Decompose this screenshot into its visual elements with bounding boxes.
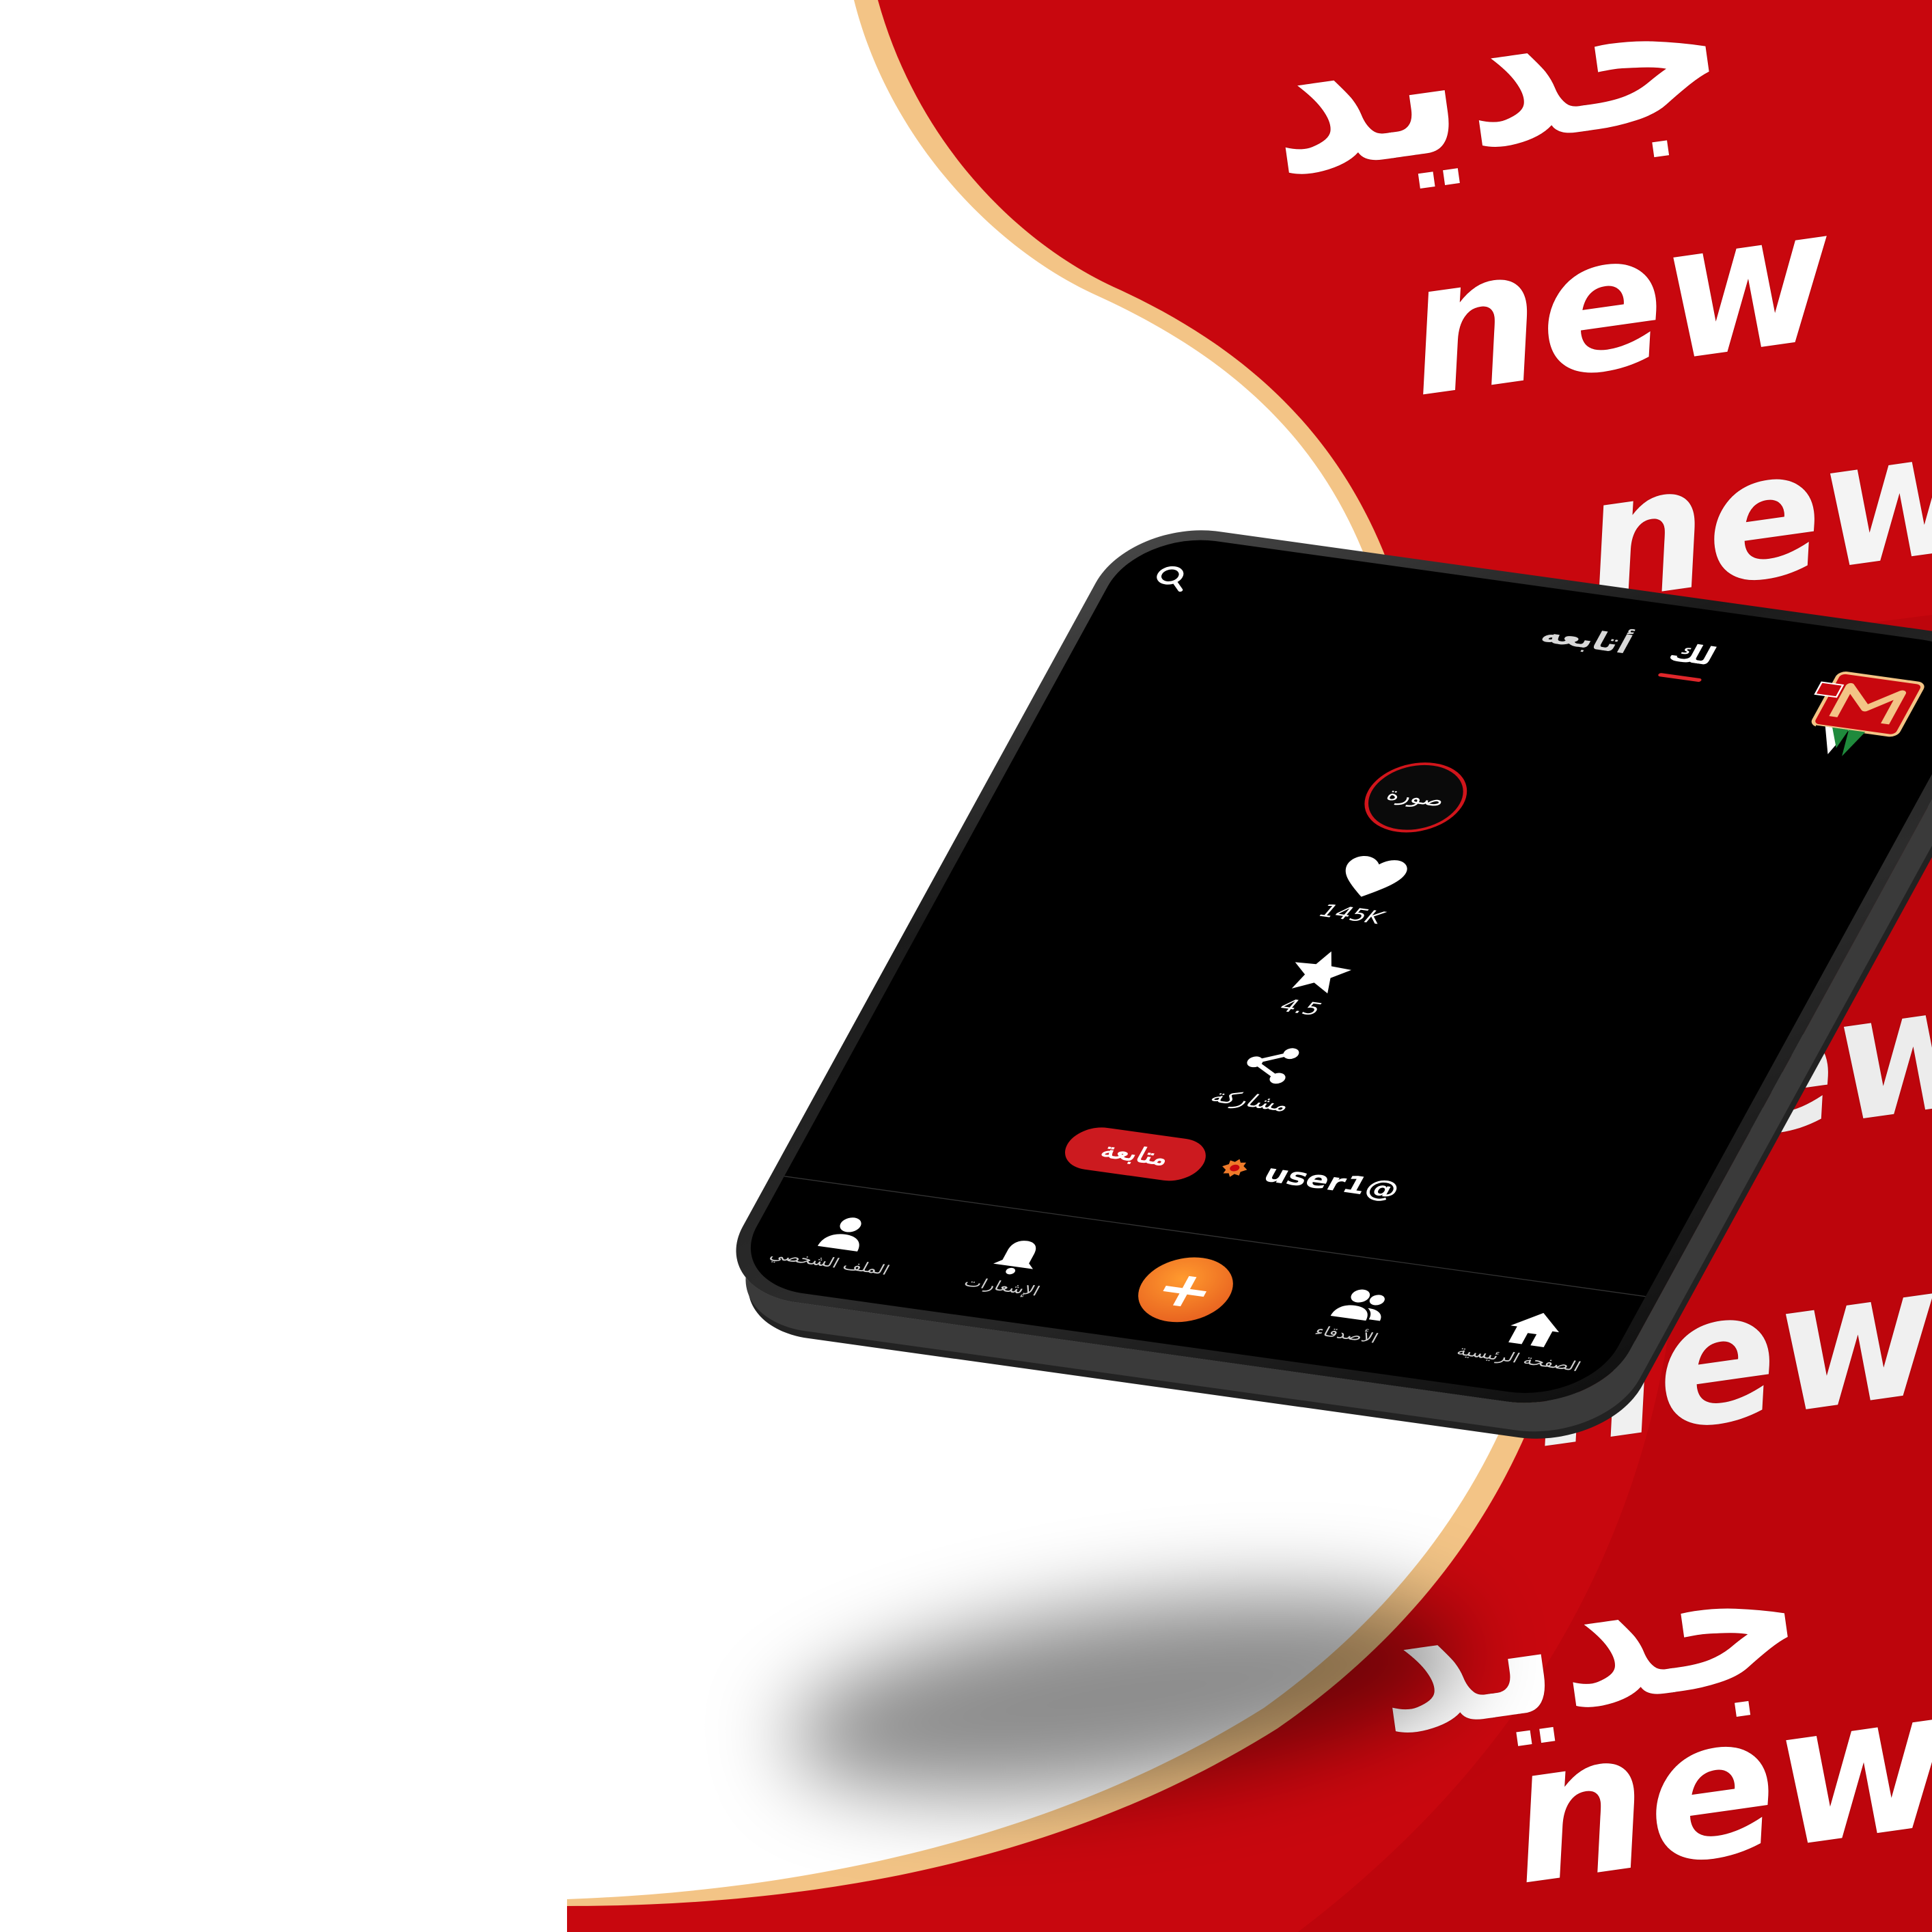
nav-home[interactable]: الصفحة الرئيسية — [1450, 1301, 1610, 1375]
follow-button[interactable]: متابعة — [1055, 1124, 1215, 1185]
avatar[interactable]: صورة — [1349, 756, 1482, 839]
share-action[interactable]: مشاركة — [1168, 1032, 1357, 1121]
creator-avatar[interactable]: صورة — [1321, 752, 1511, 842]
nav-notifications[interactable]: الإشعارات — [933, 1228, 1093, 1303]
nav-friends[interactable]: الأصدقاء — [1278, 1277, 1437, 1351]
app-logo — [1811, 672, 1924, 763]
friends-icon — [1330, 1289, 1385, 1321]
nav-label: الملف الشخصي — [767, 1247, 893, 1278]
tab-following[interactable]: أتابعه — [1535, 620, 1637, 659]
poster-stage: جديد new new new new new جديد new لك أتا… — [0, 0, 1932, 1932]
person-icon — [817, 1217, 861, 1252]
action-rail: صورة 145K 4.5 مشاركة — [1206, 752, 1511, 1116]
like-count: 145K — [1316, 900, 1388, 928]
nav-profile[interactable]: الملف الشخصي — [761, 1204, 921, 1279]
plus-icon[interactable]: + — [1124, 1252, 1247, 1328]
star-icon[interactable] — [1277, 945, 1365, 996]
avatar-label: صورة — [1382, 784, 1449, 812]
share-icon[interactable] — [1226, 1038, 1314, 1090]
nav-label: الإشعارات — [961, 1273, 1043, 1299]
tab-for-you[interactable]: لك — [1664, 637, 1722, 671]
nav-create[interactable]: + — [1103, 1249, 1267, 1330]
like-action[interactable]: 145K — [1270, 846, 1460, 935]
heart-icon[interactable] — [1328, 852, 1416, 903]
feed-tabs: لك أتابعه — [1354, 594, 1722, 671]
rating-action[interactable]: 4.5 — [1219, 939, 1409, 1027]
creator-row: متابعة user1@ — [1055, 1124, 1410, 1211]
search-icon[interactable] — [1144, 561, 1201, 596]
rating-value: 4.5 — [1276, 995, 1325, 1020]
creator-username[interactable]: user1@ — [1258, 1159, 1405, 1204]
home-icon — [1508, 1312, 1560, 1347]
nav-label: الصفحة الرئيسية — [1454, 1342, 1584, 1375]
nav-label: الأصدقاء — [1312, 1323, 1381, 1347]
verified-badge-icon — [1222, 1159, 1247, 1177]
share-label: مشاركة — [1206, 1086, 1293, 1116]
bell-icon — [993, 1240, 1036, 1275]
